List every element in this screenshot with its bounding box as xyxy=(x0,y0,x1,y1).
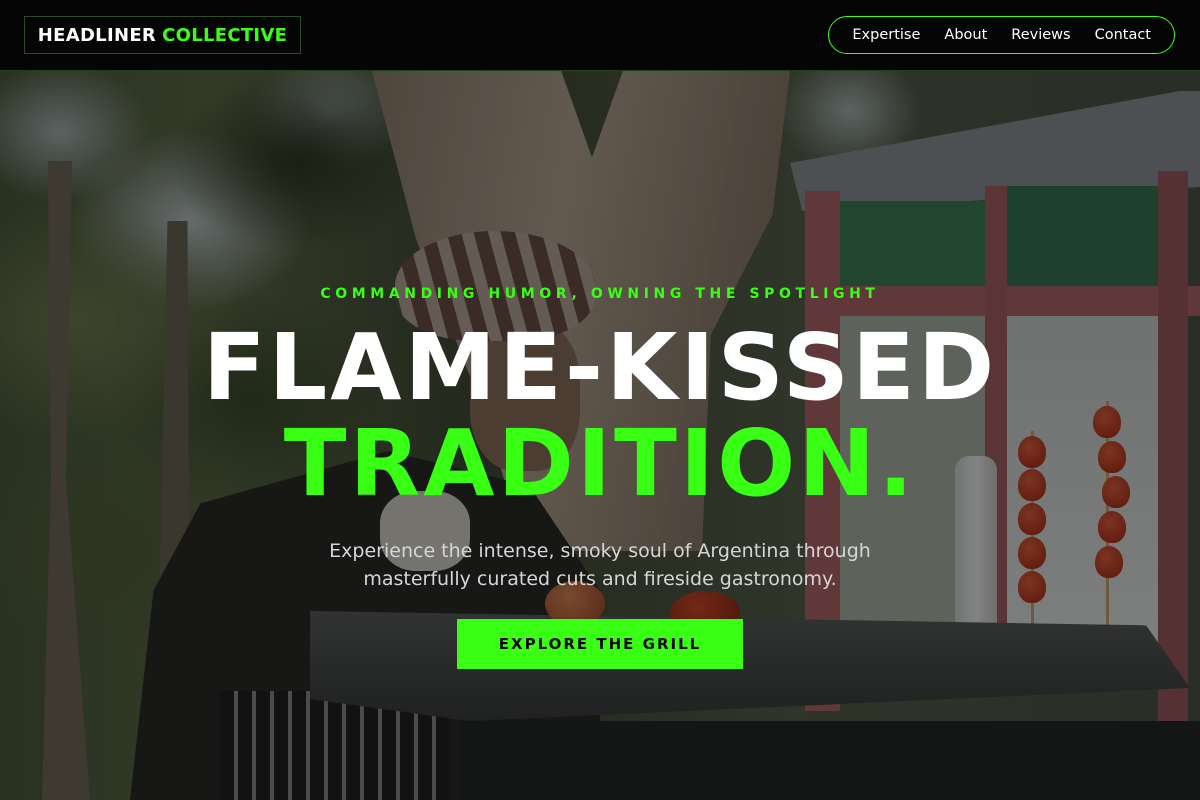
hero-title-line-2: TRADITION. xyxy=(283,410,917,517)
brand-name-primary: HEADLINER xyxy=(37,24,157,46)
hero-title: FLAME-KISSED TRADITION. xyxy=(0,320,1200,512)
brand-name-accent: COLLECTIVE xyxy=(162,24,288,46)
nav-link-about[interactable]: About xyxy=(944,27,987,43)
main-nav: Expertise About Reviews Contact xyxy=(828,16,1175,54)
explore-grill-button[interactable]: EXPLORE THE GRILL xyxy=(457,619,743,669)
nav-link-contact[interactable]: Contact xyxy=(1095,27,1151,43)
brand-logo[interactable]: HEADLINER COLLECTIVE xyxy=(24,16,301,54)
hero-description: Experience the intense, smoky soul of Ar… xyxy=(329,540,871,590)
nav-link-reviews[interactable]: Reviews xyxy=(1011,27,1070,43)
hero-eyebrow: COMMANDING HUMOR, OWNING THE SPOTLIGHT xyxy=(320,286,880,302)
nav-link-expertise[interactable]: Expertise xyxy=(852,27,920,43)
site-header: HEADLINER COLLECTIVE Expertise About Revi… xyxy=(0,0,1200,71)
hero-title-line-1: FLAME-KISSED xyxy=(202,314,998,421)
